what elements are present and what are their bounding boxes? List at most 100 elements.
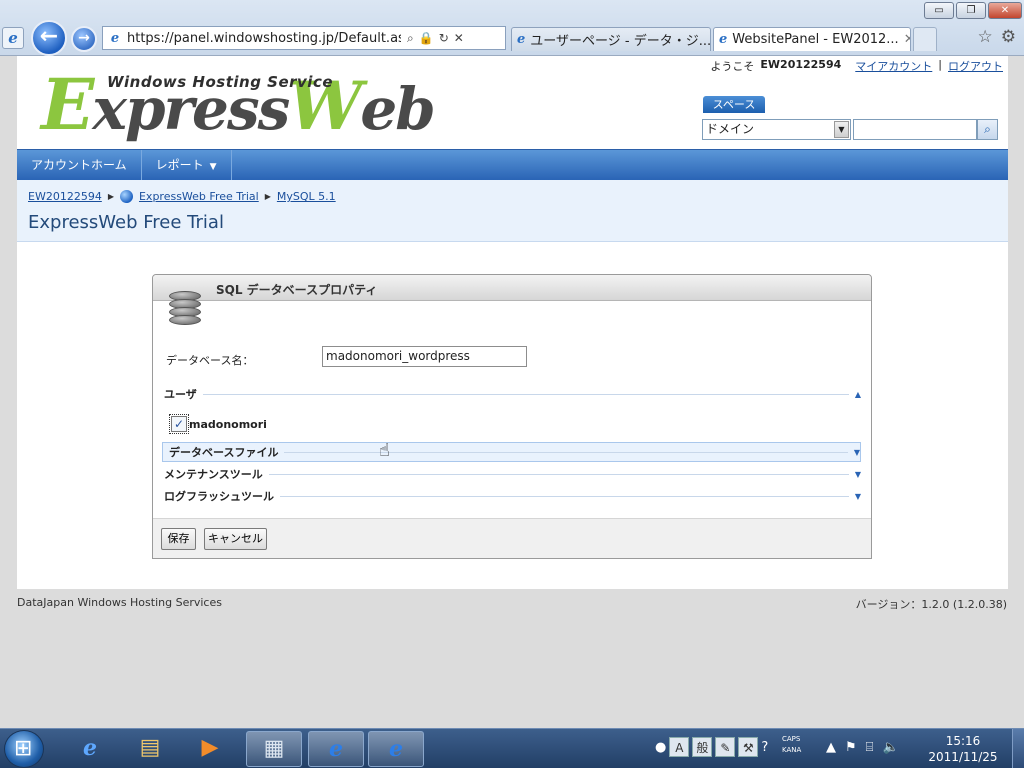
space-badge: スペース bbox=[703, 96, 765, 113]
chevron-down-icon[interactable]: ▼ bbox=[855, 470, 861, 479]
taskbar-ie-icon[interactable]: e bbox=[62, 731, 118, 767]
chevron-down-icon: ▼ bbox=[209, 162, 217, 172]
my-account-link[interactable]: マイアカウント bbox=[855, 58, 932, 74]
search-icon: ⌕ bbox=[984, 122, 991, 136]
save-button[interactable]: 保存 bbox=[161, 528, 196, 550]
breadcrumb-account[interactable]: EW20122594 bbox=[28, 190, 102, 203]
footer-company: DataJapan Windows Hosting Services bbox=[17, 596, 222, 609]
section-log-flush-tools[interactable]: ログフラッシュツール ▼ bbox=[164, 487, 861, 505]
search-button[interactable]: ⌕ bbox=[977, 119, 998, 140]
welcome-bar: ようこそ EW20122594 マイアカウント | ログアウト bbox=[710, 58, 1003, 74]
taskbar-ie-window-1[interactable]: e bbox=[308, 731, 364, 767]
close-tab-icon[interactable]: ✕ bbox=[904, 32, 910, 47]
caps-kana-indicator: CAPS KANA bbox=[782, 735, 802, 754]
action-center-flag-icon[interactable]: ⚑ bbox=[845, 740, 857, 755]
search-type-value: ドメイン bbox=[706, 122, 755, 136]
chevron-up-icon[interactable]: ▲ bbox=[855, 390, 861, 399]
minimize-button[interactable]: ▭ bbox=[924, 2, 954, 19]
cancel-button[interactable]: キャンセル bbox=[204, 528, 267, 550]
tab-user-page[interactable]: e ユーザーページ - データ・ジ... bbox=[511, 27, 711, 51]
chevron-down-icon[interactable]: ▼ bbox=[834, 121, 849, 138]
ime-mode[interactable]: A bbox=[669, 737, 690, 757]
footer-version: バージョン：1.2.0 (1.2.0.38) bbox=[855, 598, 1007, 611]
ime-kanji[interactable]: 般 bbox=[692, 737, 713, 757]
tab-label: ユーザーページ - データ・ジ... bbox=[530, 34, 711, 49]
ime-tools-icon[interactable]: ⚒ bbox=[738, 737, 759, 757]
network-icon[interactable]: ⌸ bbox=[866, 740, 874, 755]
new-tab-button[interactable] bbox=[913, 27, 937, 51]
ime-pad-icon[interactable]: ✎ bbox=[715, 737, 736, 757]
logout-link[interactable]: ログアウト bbox=[948, 58, 1003, 74]
ie-icon[interactable]: e bbox=[2, 27, 24, 49]
panel-footer: 保存 キャンセル bbox=[153, 518, 871, 558]
favorites-star-icon[interactable]: ☆ bbox=[978, 27, 993, 47]
ie-icon: e bbox=[517, 32, 526, 47]
toolbar-icons: ☆ ⚙ bbox=[978, 27, 1017, 47]
address-bar[interactable]: e https://panel.windowshosting.jp/Defaul… bbox=[102, 26, 506, 50]
windows-taskbar: e ▤ ▶ ▦ e e ● A 般 ✎ ⚒ ? CAPS KANA ▲ ⚑ ⌸ … bbox=[0, 728, 1024, 768]
breadcrumb-separator-icon: ▶ bbox=[107, 192, 114, 201]
nav-item-account-home[interactable]: アカウントホーム bbox=[17, 150, 142, 180]
browser-chrome: ▭ ❐ ✕ e ← → e https://panel.windowshosti… bbox=[0, 0, 1024, 56]
db-name-field[interactable]: madonomori_wordpress bbox=[322, 346, 527, 367]
breadcrumb-separator-icon: ▶ bbox=[264, 192, 271, 201]
show-hidden-icons-icon[interactable]: ▲ bbox=[826, 740, 836, 755]
start-button[interactable] bbox=[4, 730, 44, 768]
welcome-text: ようこそ bbox=[710, 60, 755, 73]
chevron-down-icon[interactable]: ▼ bbox=[854, 448, 860, 457]
taskbar-folder-icon[interactable]: ▤ bbox=[122, 731, 178, 767]
forward-button[interactable]: → bbox=[71, 26, 97, 52]
show-desktop-button[interactable] bbox=[1012, 729, 1024, 768]
web-page: ExpressWeb Windows Hosting Service ようこそ … bbox=[17, 56, 1008, 589]
separator: | bbox=[938, 58, 942, 71]
back-button[interactable]: ← bbox=[31, 20, 67, 56]
taskbar-server-manager-icon[interactable]: ▦ bbox=[246, 731, 302, 767]
stop-icon[interactable]: ✕ bbox=[454, 31, 464, 46]
ime-status-icon[interactable]: ● bbox=[655, 740, 666, 755]
help-icon[interactable]: ? bbox=[761, 740, 768, 755]
clock-date: 2011/11/25 bbox=[928, 750, 998, 764]
taskbar-media-player-icon[interactable]: ▶ bbox=[182, 731, 238, 767]
section-database-files[interactable]: データベースファイル ▼ bbox=[162, 442, 861, 462]
page-title: ExpressWeb Free Trial bbox=[28, 212, 224, 233]
section-users[interactable]: ユーザ ▲ bbox=[164, 385, 861, 403]
chevron-down-icon[interactable]: ▼ bbox=[855, 492, 861, 501]
db-user-name: madonomori bbox=[189, 417, 267, 431]
window-controls: ▭ ❐ ✕ bbox=[924, 2, 1022, 19]
breadcrumb: EW20122594 ▶ ExpressWeb Free Trial ▶ MyS… bbox=[28, 190, 336, 203]
breadcrumb-area: EW20122594 ▶ ExpressWeb Free Trial ▶ MyS… bbox=[17, 180, 1008, 242]
search-icon[interactable]: ⌕ bbox=[407, 31, 414, 46]
search-type-select[interactable]: ドメイン ▼ bbox=[702, 119, 851, 140]
nav-item-reports[interactable]: レポート ▼ bbox=[142, 150, 232, 180]
lock-icon[interactable]: 🔒 bbox=[419, 31, 434, 46]
hand-cursor-icon: ☝ bbox=[379, 440, 390, 461]
database-icon bbox=[169, 291, 201, 327]
breadcrumb-mysql[interactable]: MySQL 5.1 bbox=[277, 190, 336, 203]
refresh-icon[interactable]: ↻ bbox=[439, 31, 449, 46]
system-tray: ▲ ⚑ ⌸ 🔈 bbox=[826, 740, 899, 755]
user-checkbox[interactable]: ✓ bbox=[169, 414, 189, 434]
breadcrumb-space[interactable]: ExpressWeb Free Trial bbox=[139, 190, 259, 203]
search-input[interactable] bbox=[853, 119, 977, 140]
logo-tagline: Windows Hosting Service bbox=[107, 73, 334, 91]
section-maintenance-tools[interactable]: メンテナンスツール ▼ bbox=[164, 465, 861, 483]
url-text[interactable]: https://panel.windowshosting.jp/Default.… bbox=[127, 31, 401, 46]
clock[interactable]: 15:16 2011/11/25 bbox=[928, 733, 998, 765]
taskbar-ie-window-2[interactable]: e bbox=[368, 731, 424, 767]
panel-title: SQL データベースプロパティ bbox=[216, 283, 378, 297]
sql-database-properties-panel: SQL データベースプロパティ データベース名： madonomori_word… bbox=[152, 274, 872, 559]
maximize-button[interactable]: ❐ bbox=[956, 2, 986, 19]
tab-websitepanel[interactable]: e WebsitePanel - EW2012... ✕ bbox=[713, 27, 911, 51]
tab-label: WebsitePanel - EW2012... bbox=[732, 32, 899, 47]
address-tools: ⌕ 🔒 ↻ ✕ bbox=[407, 31, 464, 46]
clock-time: 15:16 bbox=[945, 734, 981, 748]
ie-icon: e bbox=[110, 30, 120, 46]
site-header: ExpressWeb Windows Hosting Service ようこそ … bbox=[17, 56, 1008, 149]
gear-icon[interactable]: ⚙ bbox=[1001, 27, 1016, 47]
volume-icon[interactable]: 🔈 bbox=[882, 740, 898, 755]
globe-icon bbox=[119, 190, 133, 203]
close-window-button[interactable]: ✕ bbox=[988, 2, 1022, 19]
username: EW20122594 bbox=[760, 58, 842, 71]
ime-tray: ● A 般 ✎ ⚒ ? bbox=[655, 737, 768, 757]
ie-icon: e bbox=[719, 32, 728, 47]
